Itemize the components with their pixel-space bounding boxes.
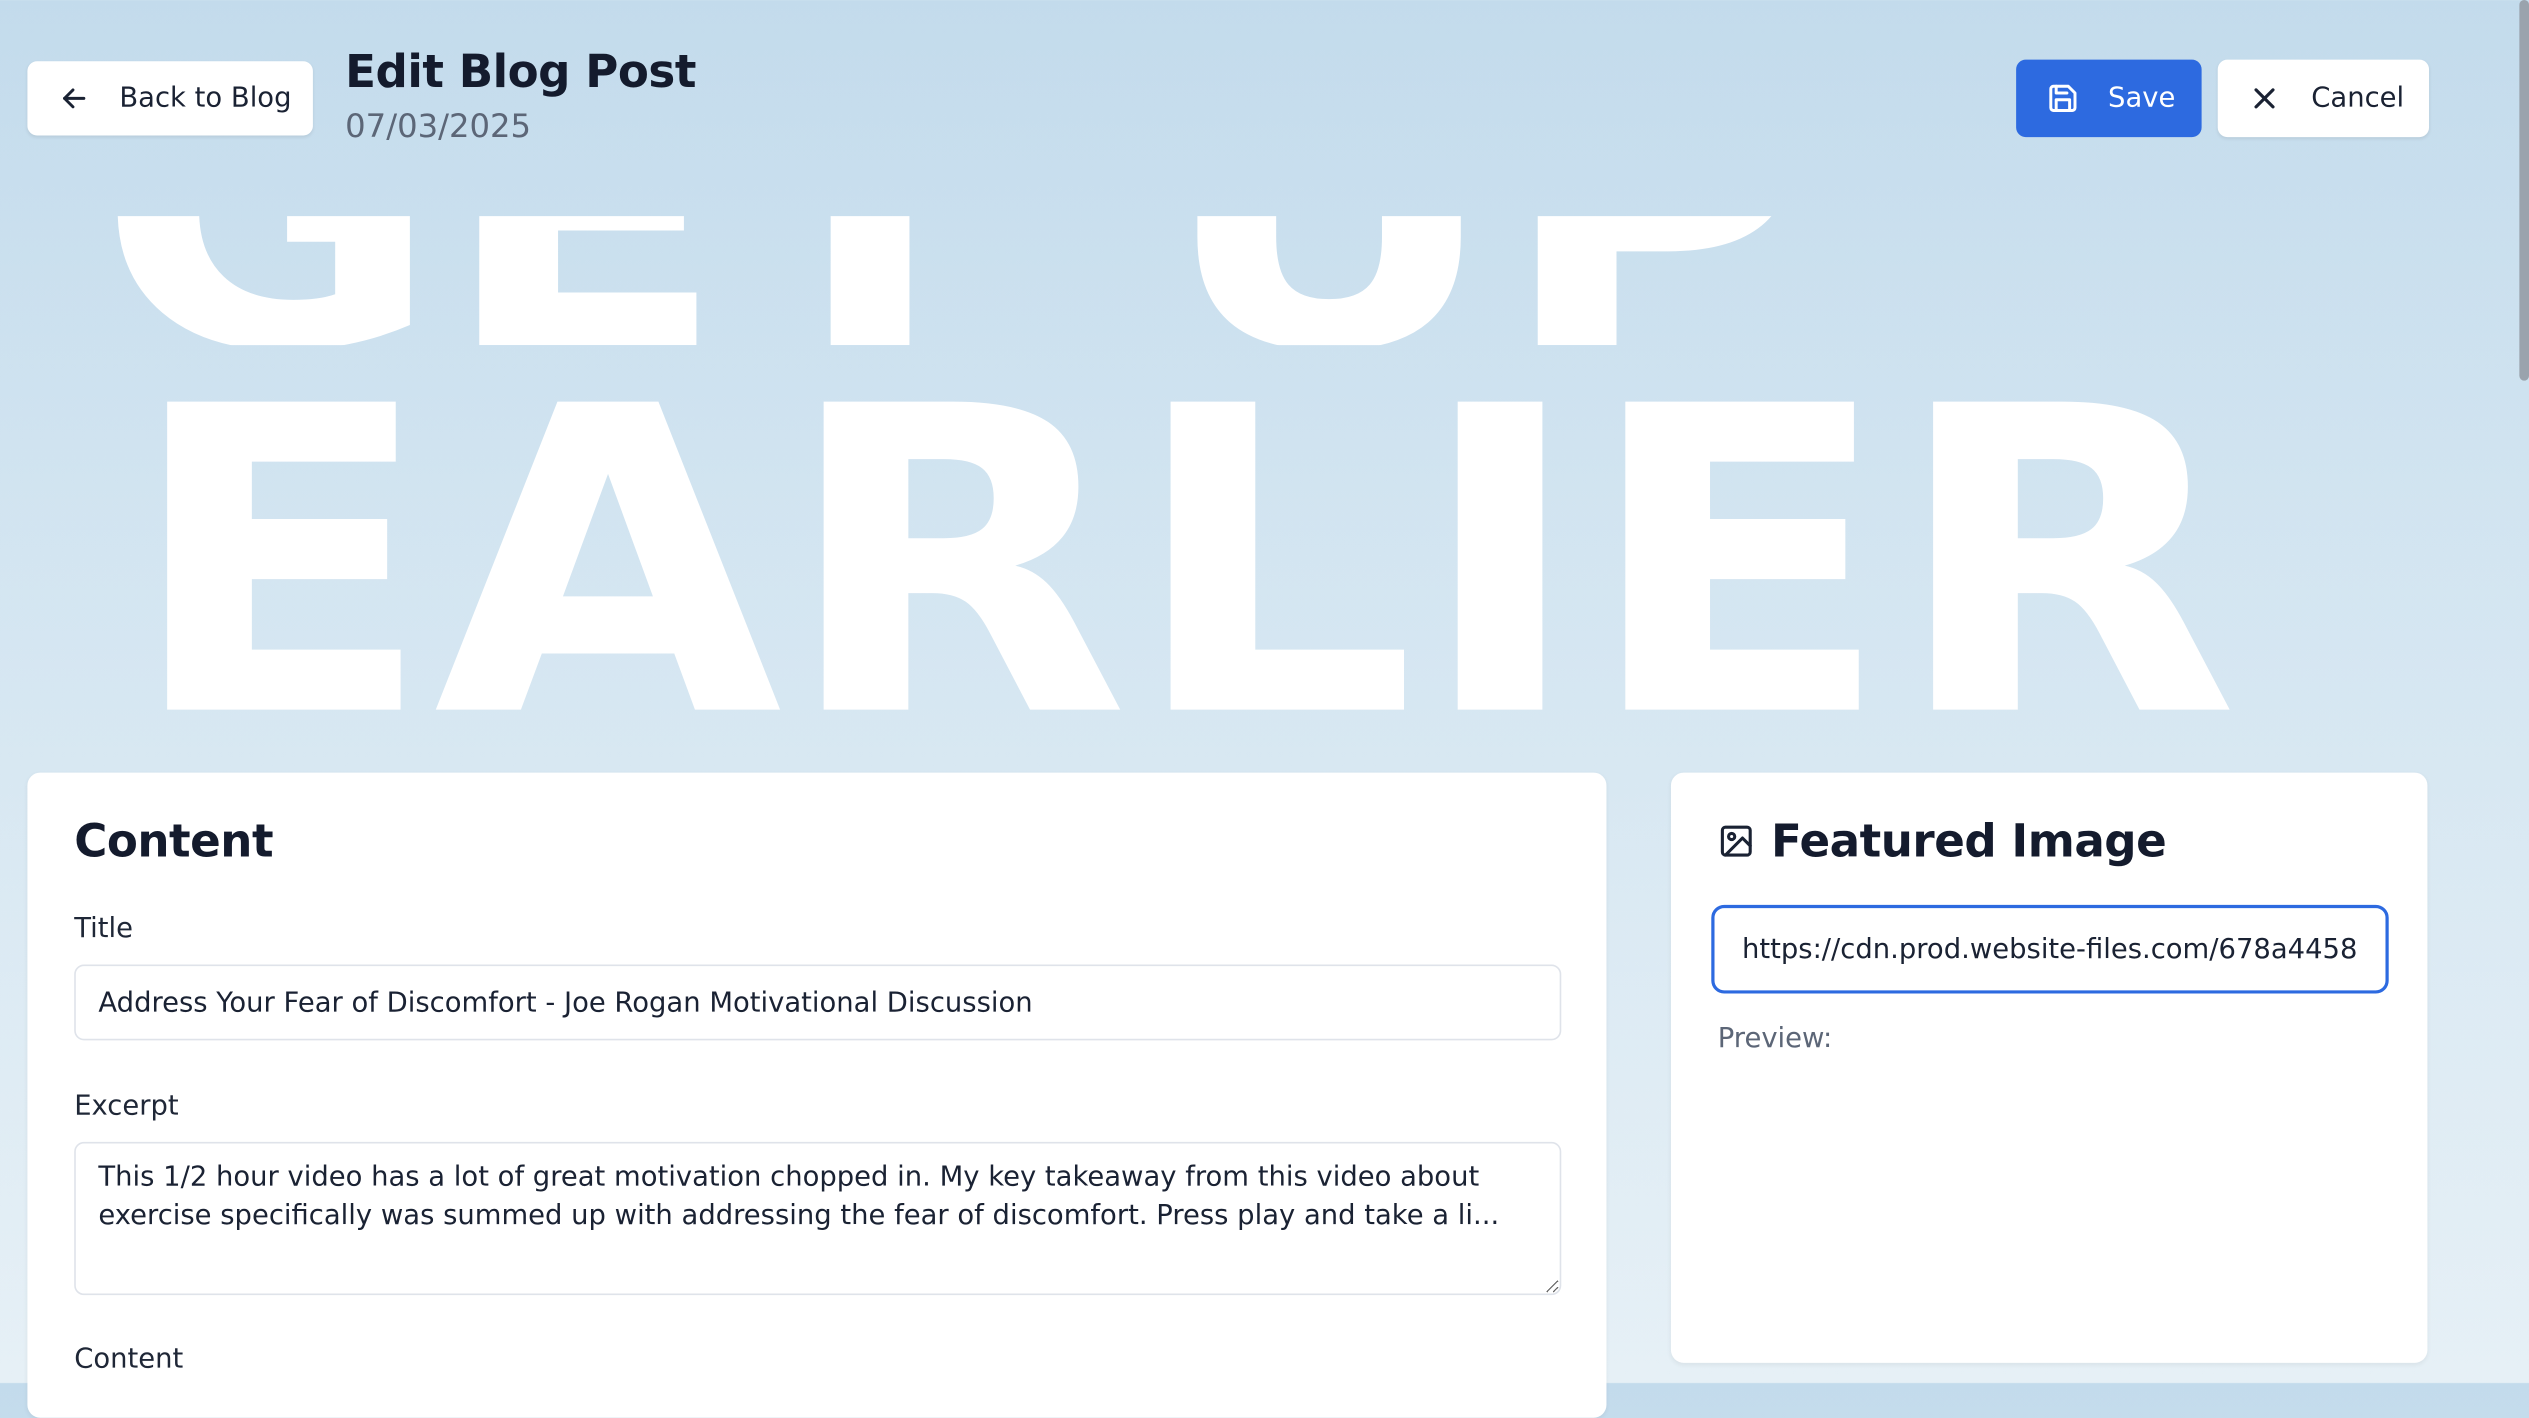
content-label: Content [74, 1343, 184, 1376]
page: GET UP EARLIER Back to Blog Edit Blog Po… [0, 0, 2529, 1418]
content-heading: Content [74, 814, 274, 868]
image-url-input[interactable] [1711, 904, 2389, 994]
post-date: 07/03/2025 [345, 106, 532, 146]
floppy-disk-icon [2047, 82, 2079, 114]
featured-image-card: Featured Image Preview: [1670, 772, 2428, 1363]
content-card: Content Title Excerpt This 1/2 hour vide… [27, 772, 1607, 1418]
save-button[interactable]: Save [2016, 59, 2202, 138]
scrollbar-thumb[interactable] [2519, 0, 2529, 381]
hero-line-2: EARLIER [126, 318, 2239, 758]
excerpt-label: Excerpt [74, 1090, 179, 1123]
save-label: Save [2108, 82, 2176, 115]
back-to-blog-label: Back to Blog [119, 82, 292, 115]
cancel-button[interactable]: Cancel [2217, 59, 2430, 138]
title-input[interactable] [74, 964, 1562, 1041]
cancel-label: Cancel [2311, 82, 2405, 115]
close-icon [2250, 84, 2279, 113]
page-title: Edit Blog Post [345, 45, 696, 99]
excerpt-textarea[interactable]: This 1/2 hour video has a lot of great m… [74, 1141, 1562, 1296]
arrow-left-icon [60, 84, 89, 113]
title-label: Title [74, 912, 133, 946]
back-to-blog-button[interactable]: Back to Blog [27, 61, 313, 136]
featured-image-heading: Featured Image [1770, 814, 2167, 868]
image-icon [1718, 823, 1755, 860]
preview-label: Preview: [1717, 1022, 1833, 1055]
